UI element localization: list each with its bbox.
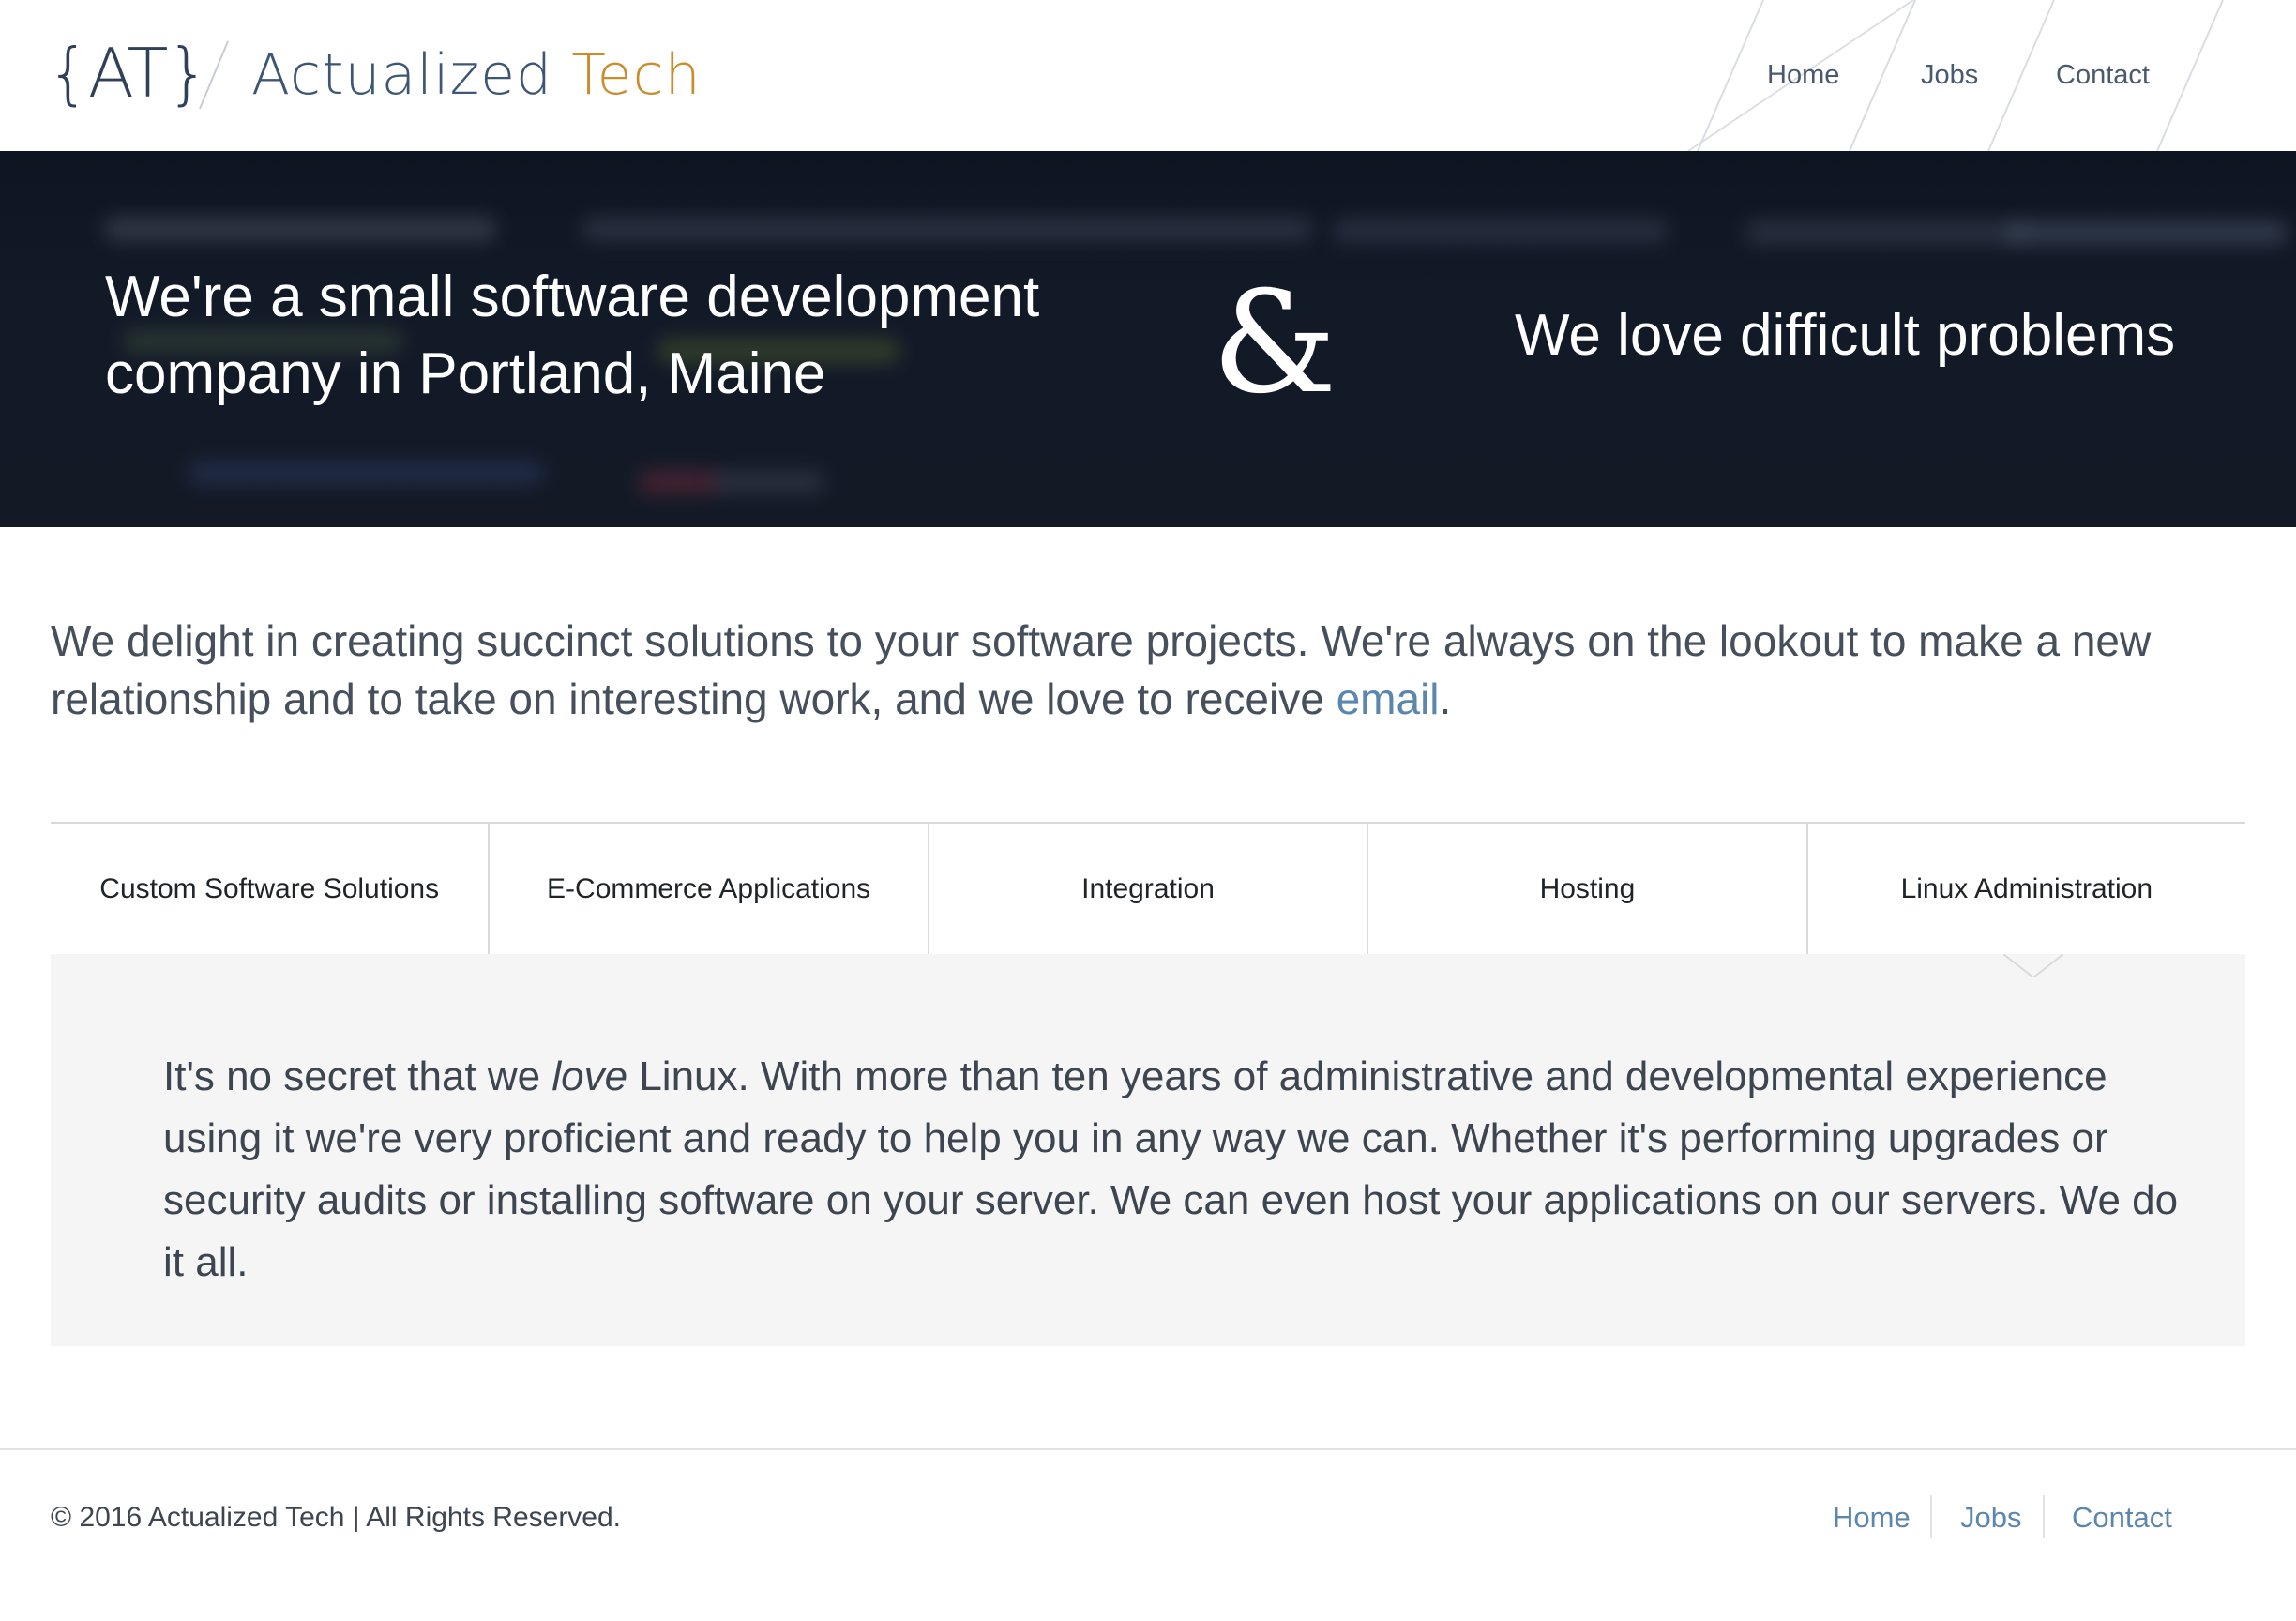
brand-name[interactable]: Actualized Tech xyxy=(251,41,702,109)
email-link[interactable]: email xyxy=(1337,674,1440,723)
footer-separator xyxy=(1930,1495,1932,1538)
intro-text: We delight in creating succinct solution… xyxy=(51,616,2152,723)
brand-name-secondary: Tech xyxy=(571,42,702,108)
services-tabs: Custom Software Solutions E-Commerce App… xyxy=(51,822,2245,956)
intro-paragraph: We delight in creating succinct solution… xyxy=(51,612,2264,728)
footer-nav-jobs[interactable]: Jobs xyxy=(1960,1497,2021,1538)
intro-text-end: . xyxy=(1439,674,1452,723)
panel-text-start: It's no secret that we xyxy=(163,1053,552,1099)
copyright: © 2016 Actualized Tech | All Rights Rese… xyxy=(51,1502,622,1533)
nav-jobs[interactable]: Jobs xyxy=(1921,54,1978,96)
footer-nav-home[interactable]: Home xyxy=(1833,1497,1911,1538)
active-tab-caret xyxy=(2003,949,2063,977)
hero-banner: We're a small software development compa… xyxy=(0,151,2296,527)
tab-hosting[interactable]: Hosting xyxy=(1368,824,1808,954)
hero-tagline-left: We're a small software development compa… xyxy=(105,265,1040,406)
hero-ampersand: & xyxy=(1212,262,1337,425)
footer-separator xyxy=(2043,1495,2045,1538)
site-header: {AT} Actualized Tech Home Jobs Contact xyxy=(0,0,2296,151)
nav-contact[interactable]: Contact xyxy=(2056,54,2150,96)
brand-name-primary: Actualized xyxy=(251,42,553,108)
logo-divider xyxy=(199,40,229,110)
tab-linux-administration[interactable]: Linux Administration xyxy=(1808,824,2245,954)
hero-tagline-right: We love difficult problems xyxy=(1515,303,2176,368)
footer-divider xyxy=(0,1448,2296,1450)
tab-custom-software[interactable]: Custom Software Solutions xyxy=(51,824,491,954)
tab-panel-text: It's no secret that we love Linux. With … xyxy=(163,1046,2189,1294)
footer-nav-contact[interactable]: Contact xyxy=(2072,1497,2172,1538)
nav-home[interactable]: Home xyxy=(1767,54,1839,96)
tab-panel: It's no secret that we love Linux. With … xyxy=(51,954,2245,1346)
panel-text-emphasis: love xyxy=(551,1053,628,1099)
logo-mark[interactable]: {AT} xyxy=(47,36,209,111)
tab-integration[interactable]: Integration xyxy=(929,824,1369,954)
tab-ecommerce[interactable]: E-Commerce Applications xyxy=(490,824,929,954)
